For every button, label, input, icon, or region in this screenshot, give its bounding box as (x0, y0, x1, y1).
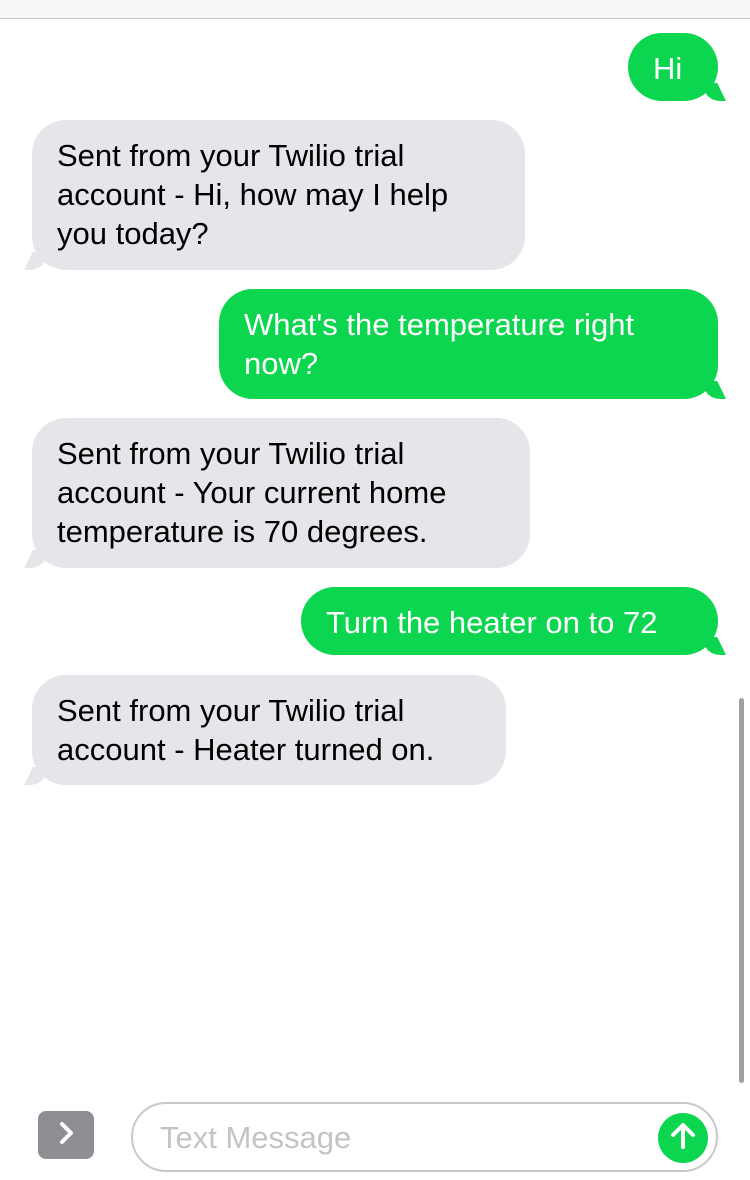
message-input[interactable]: Text Message (131, 1102, 718, 1172)
message-bubble-sent[interactable]: Hi (628, 33, 718, 101)
message-bubble-sent[interactable]: Turn the heater on to 72 (301, 587, 718, 655)
message-bubble-sent[interactable]: What's the temperature right now? (219, 289, 718, 399)
expand-apps-button[interactable] (38, 1111, 94, 1159)
scroll-indicator[interactable] (739, 698, 744, 1083)
message-bubble-received[interactable]: Sent from your Twilio trial account - Yo… (32, 418, 530, 568)
message-bubble-received[interactable]: Sent from your Twilio trial account - Hi… (32, 120, 525, 270)
arrow-up-icon (668, 1120, 698, 1157)
messages-screen: Hi Sent from your Twilio trial account -… (0, 0, 750, 1180)
navigation-bar (0, 0, 750, 19)
send-button[interactable] (658, 1113, 708, 1163)
input-placeholder: Text Message (160, 1120, 352, 1155)
message-bubble-received[interactable]: Sent from your Twilio trial account - He… (32, 675, 506, 785)
chevron-right-icon (55, 1120, 77, 1151)
